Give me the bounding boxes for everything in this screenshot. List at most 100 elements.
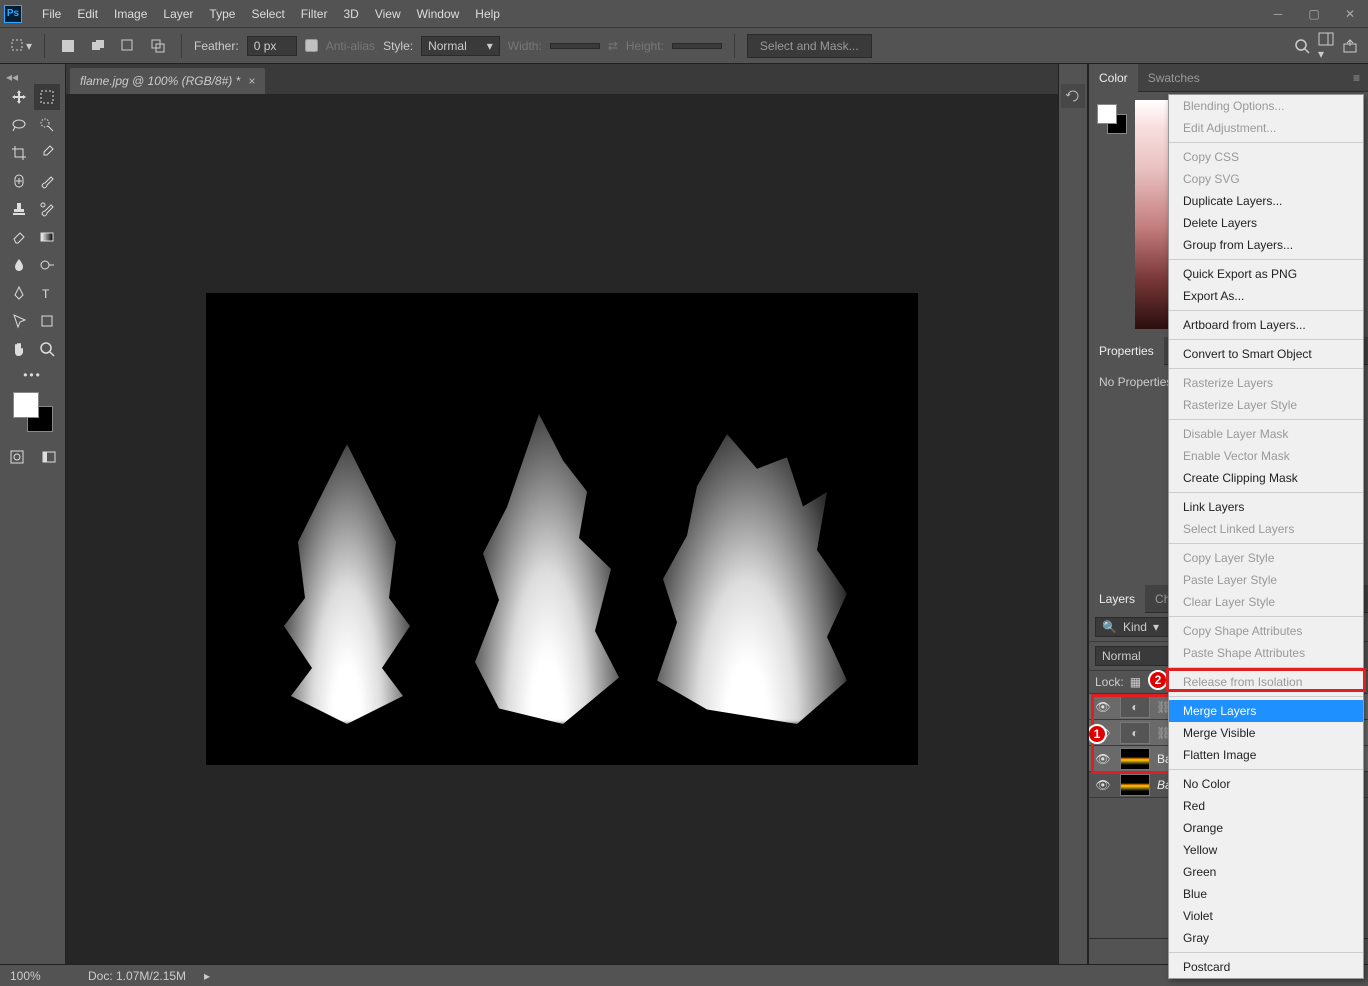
search-icon[interactable] (1294, 38, 1310, 54)
close-button[interactable]: ✕ (1336, 4, 1364, 24)
annotation-badge-2: 2 (1148, 670, 1168, 690)
ctx-gray[interactable]: Gray (1169, 927, 1363, 949)
lasso-tool[interactable] (6, 112, 32, 138)
screenmode-icon[interactable] (36, 444, 62, 470)
width-input (550, 43, 600, 49)
menu-edit[interactable]: Edit (69, 0, 106, 28)
hand-tool[interactable] (6, 336, 32, 362)
gradient-tool[interactable] (34, 224, 60, 250)
ctx-merge-visible[interactable]: Merge Visible (1169, 722, 1363, 744)
doc-info[interactable]: Doc: 1.07M/2.15M (88, 969, 186, 983)
visibility-icon[interactable]: 👁 (1089, 752, 1117, 766)
lock-label: Lock: (1095, 675, 1124, 689)
tab-swatches[interactable]: Swatches (1138, 64, 1210, 92)
edit-toolbar-icon[interactable]: ••• (23, 368, 42, 382)
subtract-selection-icon[interactable] (117, 35, 139, 57)
dodge-tool[interactable] (34, 252, 60, 278)
ctx-group-from-layers-[interactable]: Group from Layers... (1169, 234, 1363, 256)
add-selection-icon[interactable] (87, 35, 109, 57)
shape-tool[interactable] (34, 308, 60, 334)
menu-type[interactable]: Type (201, 0, 243, 28)
tool-preset-icon[interactable]: ▾ (10, 35, 32, 57)
feather-label: Feather: (194, 39, 239, 53)
canvas[interactable] (207, 294, 917, 764)
type-tool[interactable]: T (34, 280, 60, 306)
minimize-button[interactable]: ─ (1264, 4, 1292, 24)
quickmask-icon[interactable] (4, 444, 30, 470)
quick-select-tool[interactable] (34, 112, 60, 138)
menu-select[interactable]: Select (243, 0, 292, 28)
ctx-duplicate-layers-[interactable]: Duplicate Layers... (1169, 190, 1363, 212)
history-brush-tool[interactable] (34, 196, 60, 222)
stamp-tool[interactable] (6, 196, 32, 222)
healing-tool[interactable] (6, 168, 32, 194)
visibility-icon[interactable]: 👁 (1089, 778, 1117, 792)
color-swatches[interactable] (13, 392, 53, 432)
menubar: Ps FileEditImageLayerTypeSelectFilter3DV… (0, 0, 1368, 28)
style-select[interactable]: Normal▾ (421, 36, 500, 56)
ctx-delete-layers[interactable]: Delete Layers (1169, 212, 1363, 234)
workspace-icon[interactable]: ▾ (1318, 31, 1334, 61)
menu-layer[interactable]: Layer (155, 0, 201, 28)
ctx-paste-shape-attributes: Paste Shape Attributes (1169, 642, 1363, 664)
statusbar-arrow-icon[interactable]: ▸ (204, 969, 210, 983)
ctx-yellow[interactable]: Yellow (1169, 839, 1363, 861)
feather-input[interactable]: 0 px (247, 36, 297, 56)
ctx-red[interactable]: Red (1169, 795, 1363, 817)
brush-tool[interactable] (34, 168, 60, 194)
ctx-copy-shape-attributes: Copy Shape Attributes (1169, 620, 1363, 642)
tab-properties[interactable]: Properties (1089, 337, 1164, 365)
zoom-level[interactable]: 100% (10, 969, 70, 983)
menu-help[interactable]: Help (467, 0, 508, 28)
blur-tool[interactable] (6, 252, 32, 278)
select-and-mask-button[interactable]: Select and Mask... (747, 34, 872, 58)
intersect-selection-icon[interactable] (147, 35, 169, 57)
ctx-flatten-image[interactable]: Flatten Image (1169, 744, 1363, 766)
tab-strip: flame.jpg @ 100% (RGB/8#) * × (66, 64, 1058, 94)
menu-window[interactable]: Window (409, 0, 468, 28)
ctx-orange[interactable]: Orange (1169, 817, 1363, 839)
toolbar-collapse-icon[interactable]: ◂◂ (0, 70, 18, 84)
panel-menu-icon[interactable]: ≡ (1345, 71, 1368, 85)
ctx-convert-to-smart-object[interactable]: Convert to Smart Object (1169, 343, 1363, 365)
move-tool[interactable] (6, 84, 32, 110)
ctx-no-color[interactable]: No Color (1169, 773, 1363, 795)
zoom-tool[interactable] (34, 336, 60, 362)
ctx-merge-layers[interactable]: Merge Layers (1169, 700, 1363, 722)
ctx-copy-css: Copy CSS (1169, 146, 1363, 168)
options-bar: ▾ Feather: 0 px Anti-alias Style: Normal… (0, 28, 1368, 64)
menu-image[interactable]: Image (106, 0, 155, 28)
menu-3d[interactable]: 3D (335, 0, 366, 28)
menu-view[interactable]: View (367, 0, 409, 28)
pen-tool[interactable] (6, 280, 32, 306)
ctx-postcard[interactable]: Postcard (1169, 956, 1363, 978)
visibility-icon[interactable]: 👁 (1089, 700, 1117, 714)
ctx-paste-layer-style: Paste Layer Style (1169, 569, 1363, 591)
eyedropper-tool[interactable] (34, 140, 60, 166)
lock-pixels-icon[interactable]: ▦ (1130, 675, 1141, 689)
menu-file[interactable]: File (34, 0, 69, 28)
svg-text:T: T (42, 287, 50, 301)
history-panel-icon[interactable] (1061, 84, 1085, 108)
ctx-create-clipping-mask[interactable]: Create Clipping Mask (1169, 467, 1363, 489)
tab-color[interactable]: Color (1089, 64, 1138, 92)
crop-tool[interactable] (6, 140, 32, 166)
ctx-violet[interactable]: Violet (1169, 905, 1363, 927)
ctx-quick-export-as-png[interactable]: Quick Export as PNG (1169, 263, 1363, 285)
ctx-link-layers[interactable]: Link Layers (1169, 496, 1363, 518)
maximize-button[interactable]: ▢ (1300, 4, 1328, 24)
statusbar: 100% Doc: 1.07M/2.15M ▸ (0, 964, 1368, 986)
ctx-export-as-[interactable]: Export As... (1169, 285, 1363, 307)
tab-layers[interactable]: Layers (1089, 585, 1145, 613)
close-tab-icon[interactable]: × (248, 74, 255, 88)
new-selection-icon[interactable] (57, 35, 79, 57)
eraser-tool[interactable] (6, 224, 32, 250)
ctx-green[interactable]: Green (1169, 861, 1363, 883)
ctx-artboard-from-layers-[interactable]: Artboard from Layers... (1169, 314, 1363, 336)
path-select-tool[interactable] (6, 308, 32, 334)
document-tab[interactable]: flame.jpg @ 100% (RGB/8#) * × (70, 68, 265, 94)
marquee-tool[interactable] (34, 84, 60, 110)
menu-filter[interactable]: Filter (293, 0, 336, 28)
share-icon[interactable] (1342, 38, 1358, 54)
ctx-blue[interactable]: Blue (1169, 883, 1363, 905)
